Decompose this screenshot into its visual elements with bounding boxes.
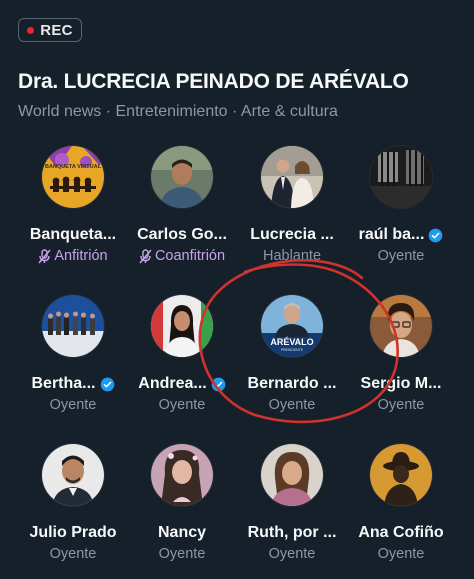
participant-name-row: Nancy — [158, 524, 206, 542]
avatar[interactable] — [261, 444, 323, 506]
participant-role: Oyente — [269, 546, 316, 562]
avatar[interactable] — [42, 295, 104, 357]
participant-role: Coanfitrión — [139, 248, 225, 264]
mic-muted-icon — [139, 248, 152, 263]
participant-role-label: Oyente — [377, 546, 425, 562]
participant-name: Julio Prado — [29, 524, 117, 541]
participant-role: Hablante — [263, 248, 321, 264]
participant-role: Anfitrión — [38, 248, 108, 264]
participant-role-label: Coanfitrión — [154, 248, 226, 264]
verified-badge-icon — [429, 228, 443, 242]
participant-role: Oyente — [159, 397, 206, 413]
avatar[interactable] — [151, 295, 213, 357]
participant-name-row: Ana Cofiño — [358, 524, 443, 542]
participant-carlos[interactable]: Carlos Go... Coanfitrión — [123, 146, 241, 264]
participant-role: Oyente — [159, 546, 206, 562]
participant-role-label: Oyente — [49, 546, 97, 562]
arevalo-sub-text: PRESIDENTE — [281, 348, 304, 352]
participant-name: Banqueta... — [29, 226, 117, 243]
participant-name-row: Ruth, por ... — [248, 524, 337, 542]
participant-name-row: Carlos Go... — [137, 226, 227, 244]
avatar[interactable] — [151, 146, 213, 208]
verified-badge-icon — [100, 377, 114, 391]
avatar[interactable] — [42, 444, 104, 506]
participant-role-label: Oyente — [158, 397, 206, 413]
participant-role: Oyente — [378, 397, 425, 413]
avatar[interactable]: BANQUETA VIRTUAL — [42, 146, 104, 208]
avatar[interactable]: ARÉVALO PRESIDENTE — [261, 295, 323, 357]
participant-nancy[interactable]: Nancy Oyente — [123, 444, 241, 562]
participant-name: Lucrecia ... — [250, 226, 334, 243]
arevalo-logo-text: ARÉVALO — [270, 337, 313, 347]
avatar[interactable] — [261, 146, 323, 208]
participant-name: Carlos Go... — [137, 226, 227, 243]
participant-name: Ana Cofiño — [358, 524, 444, 541]
participant-role-label: Oyente — [377, 248, 425, 264]
participant-name-row: Banqueta... — [30, 226, 116, 244]
participant-name: Bernardo ... — [247, 375, 337, 392]
participant-role-label: Oyente — [268, 546, 316, 562]
participant-name: Ruth, por ... — [247, 524, 337, 541]
participant-name-row: Bertha... — [31, 375, 114, 393]
participant-name-row: Sergio M... — [361, 375, 442, 393]
avatar[interactable] — [370, 295, 432, 357]
participant-julio[interactable]: Julio Prado Oyente — [14, 444, 132, 562]
participant-role: Oyente — [50, 546, 97, 562]
participant-lucrecia[interactable]: Lucrecia ... Hablante — [233, 146, 351, 264]
participant-name: Bertha... — [31, 375, 96, 392]
participant-role: Oyente — [378, 546, 425, 562]
participant-role: Oyente — [269, 397, 316, 413]
participant-sergio[interactable]: Sergio M... Oyente — [342, 295, 460, 413]
participant-role-label: Hablante — [262, 248, 322, 264]
verified-badge-icon — [211, 377, 226, 391]
participant-role: Oyente — [378, 248, 425, 264]
participant-name: Nancy — [157, 524, 207, 541]
participant-role-label: Oyente — [268, 397, 316, 413]
avatar[interactable] — [151, 444, 213, 506]
participant-name-row: Lucrecia ... — [250, 226, 334, 244]
participant-name-row: raúl ba... — [359, 226, 444, 244]
mic-muted-icon — [38, 248, 51, 263]
participant-name-row: Julio Prado — [29, 524, 116, 542]
participants-grid: BANQUETA VIRTUAL Banqueta... Anfitrión C… — [0, 0, 474, 579]
participant-banqueta[interactable]: BANQUETA VIRTUAL Banqueta... Anfitrión — [14, 146, 132, 264]
participant-role-label: Oyente — [158, 546, 206, 562]
participant-bertha[interactable]: Bertha... Oyente — [14, 295, 132, 413]
avatar[interactable] — [370, 146, 432, 208]
participant-andrea[interactable]: Andrea... Oyente — [123, 295, 241, 413]
participant-raul[interactable]: raúl ba... Oyente — [342, 146, 460, 264]
participant-ana[interactable]: Ana Cofiño Oyente — [342, 444, 460, 562]
participant-ruth[interactable]: Ruth, por ... Oyente — [233, 444, 351, 562]
avatar[interactable] — [370, 444, 432, 506]
participant-name: raúl ba... — [358, 226, 425, 243]
participant-bernardo[interactable]: ARÉVALO PRESIDENTE Bernardo ... Oyente — [233, 295, 351, 413]
participant-name: Andrea... — [138, 375, 207, 392]
participant-role-label: Anfitrión — [54, 248, 108, 264]
participant-name-row: Andrea... — [138, 375, 226, 393]
participant-role: Oyente — [50, 397, 97, 413]
participant-name-row: Bernardo ... — [248, 375, 337, 393]
participant-role-label: Oyente — [377, 397, 425, 413]
banqueta-logo-text: BANQUETA VIRTUAL — [45, 164, 102, 170]
participant-name: Sergio M... — [360, 375, 442, 392]
participant-role-label: Oyente — [49, 397, 97, 413]
